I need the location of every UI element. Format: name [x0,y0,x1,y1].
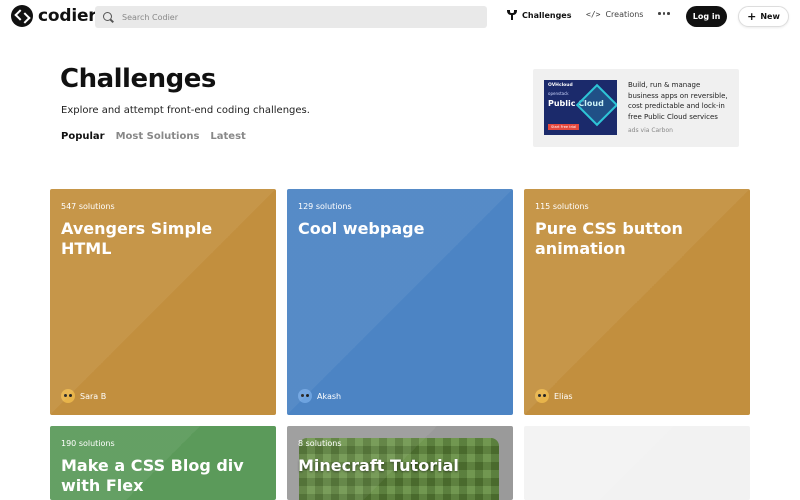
ad-image-brand: OVHcloud [548,83,573,88]
tab-most-solutions[interactable]: Most Solutions [116,131,200,142]
card-author[interactable]: Elias [535,389,573,403]
card-author-name: Sara B [80,391,107,401]
ad-image-graphic [575,83,617,127]
codier-logo-icon [11,5,33,27]
challenge-card[interactable]: 190 solutions Make a CSS Blog div with F… [50,426,276,500]
tab-popular[interactable]: Popular [61,131,105,142]
card-author-name: Akash [317,391,342,401]
challenge-card-placeholder [524,426,750,500]
tab-latest[interactable]: Latest [210,131,245,142]
challenge-card[interactable]: 8 solutions Minecraft Tutorial [287,426,513,500]
nav-creations-label: Creations [605,10,644,19]
code-icon: </> [586,10,601,19]
card-solutions-count: 115 solutions [535,202,589,211]
ad-text[interactable]: Build, run & manage business apps on rev… [628,80,732,122]
ad-image[interactable]: OVHcloud openstack Public Cloud Start Fr… [544,80,617,135]
logo-text: codier [38,6,97,26]
challenge-card[interactable]: 115 solutions Pure CSS button animation … [524,189,750,415]
search-input[interactable] [122,12,462,22]
card-title: Avengers Simple HTML [61,219,213,258]
card-title: Cool webpage [298,219,425,238]
more-options-icon[interactable] [658,12,670,15]
ad-image-cta: Start Free trial [548,124,580,130]
card-author-name: Elias [554,391,573,401]
card-title: Make a CSS Blog div with Flex [61,456,244,495]
nav-challenges-label: Challenges [522,10,572,20]
card-title: Minecraft Tutorial [298,456,459,475]
avatar [535,389,549,403]
challenge-card[interactable]: 129 solutions Cool webpage Akash [287,189,513,415]
new-button-label: New [760,12,780,21]
page-title: Challenges [60,64,216,94]
ad-image-brand2: openstack [548,91,569,96]
ad-via-carbon[interactable]: ads via Carbon [628,127,673,134]
carbon-ad[interactable]: OVHcloud openstack Public Cloud Start Fr… [533,69,739,147]
codier-logo[interactable]: codier [11,5,97,27]
trophy-icon [507,10,517,20]
page-subtitle: Explore and attempt front-end coding cha… [61,105,310,116]
card-solutions-count: 8 solutions [298,439,342,448]
login-button[interactable]: Log in [686,6,727,27]
nav-creations[interactable]: </> Creations [586,10,643,19]
challenge-card[interactable]: 547 solutions Avengers Simple HTML Sara … [50,189,276,415]
top-navbar: codier Challenges </> Creations Log in +… [0,0,800,34]
search-bar[interactable] [95,6,487,28]
card-title: Pure CSS button animation [535,219,683,258]
nav-challenges[interactable]: Challenges [507,10,571,20]
card-author[interactable]: Sara B [61,389,106,403]
plus-icon: + [747,10,757,23]
avatar [61,389,75,403]
new-button[interactable]: + New [738,6,789,27]
card-solutions-count: 190 solutions [61,439,115,448]
avatar [298,389,312,403]
card-solutions-count: 547 solutions [61,202,115,211]
search-icon [103,11,114,23]
card-solutions-count: 129 solutions [298,202,352,211]
card-author[interactable]: Akash [298,389,341,403]
filter-tabs: Popular Most Solutions Latest [61,131,246,142]
